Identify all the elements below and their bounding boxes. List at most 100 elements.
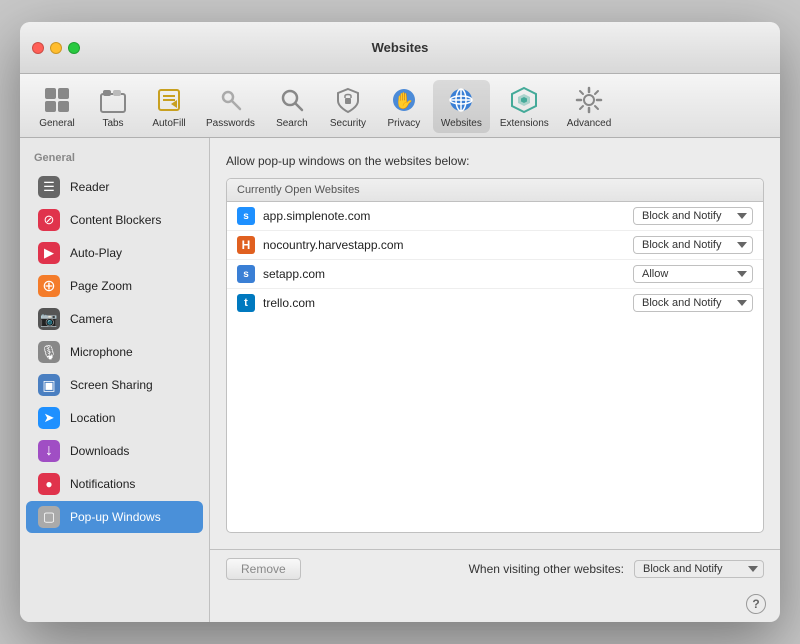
toolbar-security[interactable]: Security — [321, 80, 375, 133]
location-label: Location — [70, 411, 115, 425]
remove-button[interactable]: Remove — [226, 558, 301, 580]
general-label: General — [39, 118, 75, 129]
svg-text:✋: ✋ — [394, 91, 414, 110]
website-table: Currently Open Websites s app.simplenote… — [226, 178, 764, 533]
privacy-icon: ✋ — [388, 84, 420, 116]
camera-icon: 📷 — [38, 308, 60, 330]
toolbar-items: General Tabs — [20, 74, 780, 137]
popup-windows-icon: ▢ — [38, 506, 60, 528]
toolbar-search[interactable]: Search — [265, 80, 319, 133]
tabs-icon — [97, 84, 129, 116]
passwords-label: Passwords — [206, 118, 255, 129]
help-area: ? — [210, 588, 780, 622]
notifications-icon: ● — [38, 473, 60, 495]
table-row[interactable]: H nocountry.harvestapp.com Block and Not… — [227, 231, 763, 260]
reader-label: Reader — [70, 180, 109, 194]
location-icon: ➤ — [38, 407, 60, 429]
sidebar-item-auto-play[interactable]: ▶ Auto-Play — [26, 237, 203, 269]
site-name-setapp: setapp.com — [263, 267, 625, 281]
reader-icon: ☰ — [38, 176, 60, 198]
sidebar-item-popup-windows[interactable]: ▢ Pop-up Windows — [26, 501, 203, 533]
auto-play-icon: ▶ — [38, 242, 60, 264]
toolbar-privacy[interactable]: ✋ Privacy — [377, 80, 431, 133]
site-icon-trello: t — [237, 294, 255, 312]
sidebar-item-screen-sharing[interactable]: ▣ Screen Sharing — [26, 369, 203, 401]
search-label: Search — [276, 118, 308, 129]
site-dropdown-setapp[interactable]: Block and Notify Block Allow — [633, 265, 753, 283]
toolbar-autofill[interactable]: AutoFill — [142, 80, 196, 133]
table-row[interactable]: s app.simplenote.com Block and Notify Bl… — [227, 202, 763, 231]
sidebar-item-page-zoom[interactable]: ⊕ Page Zoom — [26, 270, 203, 302]
window-title: Websites — [372, 40, 429, 55]
page-zoom-icon: ⊕ — [38, 275, 60, 297]
sidebar: General ☰ Reader ⊘ Content Blockers ▶ Au… — [20, 138, 210, 622]
toolbar-websites[interactable]: Websites — [433, 80, 490, 133]
advanced-icon — [573, 84, 605, 116]
site-name-simplenote: app.simplenote.com — [263, 209, 625, 223]
microphone-label: Microphone — [70, 345, 133, 359]
main-panel: Allow pop-up windows on the websites bel… — [210, 138, 780, 549]
sidebar-item-location[interactable]: ➤ Location — [26, 402, 203, 434]
screen-sharing-label: Screen Sharing — [70, 378, 153, 392]
sidebar-item-content-blockers[interactable]: ⊘ Content Blockers — [26, 204, 203, 236]
page-zoom-label: Page Zoom — [70, 279, 132, 293]
visiting-label: When visiting other websites: — [469, 562, 624, 576]
table-row[interactable]: s setapp.com Block and Notify Block Allo… — [227, 260, 763, 289]
toolbar-extensions[interactable]: Extensions — [492, 80, 557, 133]
screen-sharing-icon: ▣ — [38, 374, 60, 396]
toolbar-passwords[interactable]: Passwords — [198, 80, 263, 133]
microphone-icon: 🎙 — [38, 341, 60, 363]
search-icon — [276, 84, 308, 116]
minimize-button[interactable] — [50, 42, 62, 54]
site-name-trello: trello.com — [263, 296, 625, 310]
sidebar-item-downloads[interactable]: ↓ Downloads — [26, 435, 203, 467]
security-label: Security — [330, 118, 366, 129]
general-icon — [41, 84, 73, 116]
site-dropdown-trello[interactable]: Block and Notify Block Allow — [633, 294, 753, 312]
toolbar-advanced[interactable]: Advanced — [559, 80, 619, 133]
toolbar-general[interactable]: General — [30, 80, 84, 133]
toolbar-tabs[interactable]: Tabs — [86, 80, 140, 133]
table-row[interactable]: t trello.com Block and Notify Block Allo… — [227, 289, 763, 317]
site-icon-setapp: s — [237, 265, 255, 283]
downloads-label: Downloads — [70, 444, 129, 458]
websites-label: Websites — [441, 118, 482, 129]
autofill-icon — [153, 84, 185, 116]
passwords-icon — [214, 84, 246, 116]
tabs-label: Tabs — [102, 118, 123, 129]
content-blockers-icon: ⊘ — [38, 209, 60, 231]
site-icon-harvest: H — [237, 236, 255, 254]
help-button[interactable]: ? — [746, 594, 766, 614]
sidebar-section-general: General — [20, 148, 209, 170]
sidebar-item-microphone[interactable]: 🎙 Microphone — [26, 336, 203, 368]
maximize-button[interactable] — [68, 42, 80, 54]
toolbar: General Tabs — [20, 74, 780, 138]
sidebar-item-reader[interactable]: ☰ Reader — [26, 171, 203, 203]
content-area: General ☰ Reader ⊘ Content Blockers ▶ Au… — [20, 138, 780, 622]
site-dropdown-harvest[interactable]: Block and Notify Block Allow — [633, 236, 753, 254]
visiting-dropdown[interactable]: Block and Notify Block Allow — [634, 560, 764, 578]
extensions-icon — [508, 84, 540, 116]
site-icon-simplenote: s — [237, 207, 255, 225]
camera-label: Camera — [70, 312, 113, 326]
site-dropdown-simplenote[interactable]: Block and Notify Block Allow — [633, 207, 753, 225]
downloads-icon: ↓ — [38, 440, 60, 462]
auto-play-label: Auto-Play — [70, 246, 122, 260]
sidebar-item-notifications[interactable]: ● Notifications — [26, 468, 203, 500]
advanced-label: Advanced — [567, 118, 611, 129]
notifications-label: Notifications — [70, 477, 135, 491]
site-name-harvest: nocountry.harvestapp.com — [263, 238, 625, 252]
privacy-label: Privacy — [388, 118, 421, 129]
extensions-label: Extensions — [500, 118, 549, 129]
popup-windows-label: Pop-up Windows — [70, 510, 161, 524]
sidebar-item-camera[interactable]: 📷 Camera — [26, 303, 203, 335]
autofill-label: AutoFill — [152, 118, 185, 129]
content-blockers-label: Content Blockers — [70, 213, 161, 227]
panel-description: Allow pop-up windows on the websites bel… — [226, 154, 764, 168]
security-icon — [332, 84, 364, 116]
bottom-bar: Remove When visiting other websites: Blo… — [210, 549, 780, 588]
main-window: Websites General — [20, 22, 780, 622]
titlebar: Websites — [20, 22, 780, 74]
close-button[interactable] — [32, 42, 44, 54]
table-header: Currently Open Websites — [227, 179, 763, 202]
